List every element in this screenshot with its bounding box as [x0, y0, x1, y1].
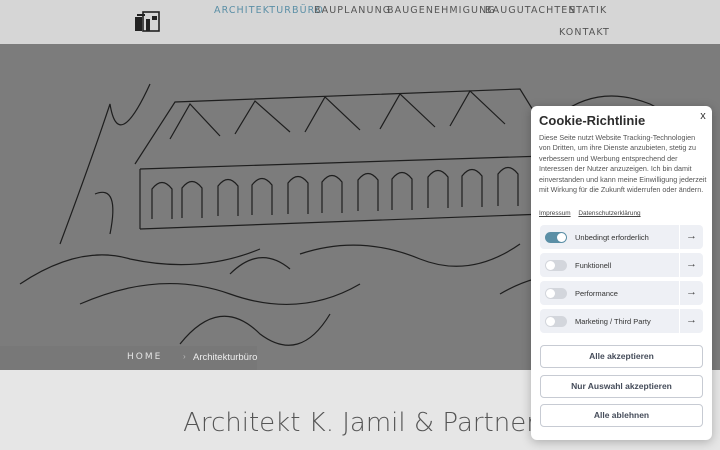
cookie-title: Cookie-Richtlinie: [539, 113, 646, 128]
toggle-knob: [546, 317, 555, 326]
performance-toggle[interactable]: [545, 288, 567, 299]
option-label: Unbedingt erforderlich: [575, 233, 649, 242]
cookie-links: Impressum Datenschutzerklärung: [539, 210, 647, 217]
arrow-right-icon[interactable]: →: [679, 281, 703, 305]
cookie-description: Diese Seite nutzt Website Tracking-Techn…: [539, 133, 707, 195]
marketing-toggle[interactable]: [545, 316, 567, 327]
arrow-right-icon[interactable]: →: [679, 253, 703, 277]
accept-all-button[interactable]: Alle akzeptieren: [540, 345, 703, 368]
toggle-knob: [546, 289, 555, 298]
reject-all-button[interactable]: Alle ablehnen: [540, 404, 703, 427]
nav-baugutachten[interactable]: BAUGUTACHTEN: [485, 5, 577, 16]
nav-kontakt[interactable]: KONTAKT: [559, 27, 610, 38]
site-header: ARCHITEKTURBÜRO BAUPLANUNG BAUGENEHMIGUN…: [0, 0, 720, 44]
toggle-knob: [557, 233, 566, 242]
functional-toggle[interactable]: [545, 260, 567, 271]
necessary-toggle[interactable]: [545, 232, 567, 243]
breadcrumb-home-link[interactable]: HOME: [127, 352, 162, 362]
close-icon[interactable]: x: [698, 110, 708, 124]
arrow-right-icon[interactable]: →: [679, 225, 703, 249]
nav-architekturbuero[interactable]: ARCHITEKTURBÜRO: [214, 5, 324, 16]
cookie-option-functional[interactable]: Funktionell →: [540, 253, 703, 277]
option-label: Funktionell: [575, 261, 612, 270]
toggle-knob: [546, 261, 555, 270]
arrow-right-icon[interactable]: →: [679, 309, 703, 333]
cookie-option-performance[interactable]: Performance →: [540, 281, 703, 305]
option-label: Marketing / Third Party: [575, 317, 651, 326]
breadcrumb-separator: ›: [183, 352, 186, 361]
cookie-dialog: Cookie-Richtlinie x Diese Seite nutzt We…: [531, 106, 712, 440]
option-label: Performance: [575, 289, 618, 298]
impressum-link[interactable]: Impressum: [539, 210, 571, 217]
nav-baugenehmigung[interactable]: BAUGENEHMIGUNG: [387, 5, 496, 16]
nav-bauplanung[interactable]: BAUPLANUNG: [314, 5, 391, 16]
nav-statik[interactable]: STATIK: [569, 5, 607, 16]
privacy-policy-link[interactable]: Datenschutzerklärung: [578, 210, 640, 217]
main-nav: ARCHITEKTURBÜRO BAUPLANUNG BAUGENEHMIGUN…: [0, 0, 720, 44]
accept-selection-button[interactable]: Nur Auswahl akzeptieren: [540, 375, 703, 398]
breadcrumb: HOME › Architekturbüro: [0, 346, 257, 370]
cookie-option-marketing[interactable]: Marketing / Third Party →: [540, 309, 703, 333]
breadcrumb-current: Architekturbüro: [193, 352, 258, 363]
cookie-option-necessary[interactable]: Unbedingt erforderlich →: [540, 225, 703, 249]
